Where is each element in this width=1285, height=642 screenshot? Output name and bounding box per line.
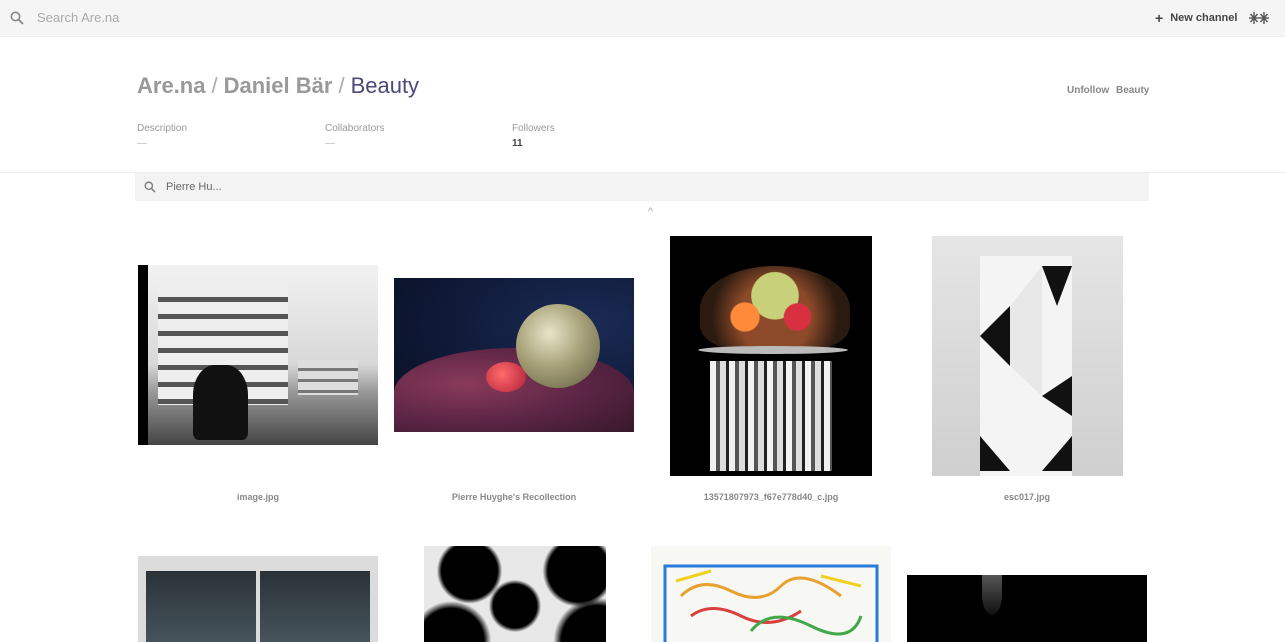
channel-action-label[interactable]: Beauty — [1116, 85, 1149, 96]
breadcrumb-separator: / — [338, 73, 345, 98]
image-plate — [698, 346, 848, 354]
image-chrome-stand — [710, 361, 832, 471]
global-search-input[interactable]: Search Are.na — [37, 10, 119, 25]
arena-logo-icon[interactable] — [1249, 11, 1269, 25]
block-image[interactable] — [670, 236, 872, 476]
search-icon — [144, 181, 156, 193]
breadcrumb-channel-title[interactable]: Beauty — [351, 73, 420, 98]
followers-label: Followers — [512, 123, 555, 134]
block-title[interactable]: esc017.jpg — [907, 492, 1147, 502]
block-title[interactable]: Pierre Huyghe's Recollection — [394, 492, 634, 502]
block-image[interactable] — [138, 265, 378, 445]
image-panel — [260, 571, 370, 642]
image-figure — [982, 575, 1002, 615]
breadcrumb-root-link[interactable]: Are.na — [137, 73, 205, 98]
block-image[interactable] — [394, 278, 634, 432]
breadcrumb-separator: / — [211, 73, 218, 98]
block-title[interactable]: 13571807973_f67e778d40_c.jpg — [651, 492, 891, 502]
channel-filter-bar[interactable]: Pierre Hu... — [135, 173, 1149, 201]
description-value: — — [137, 138, 147, 149]
plus-icon: + — [1155, 9, 1164, 26]
image-fruit — [700, 266, 850, 351]
image-colorful-scribble — [663, 564, 879, 642]
block-image[interactable] — [932, 236, 1123, 476]
followers-count[interactable]: 11 — [512, 138, 555, 149]
collaborators-label: Collaborators — [325, 123, 385, 134]
description-section: Description — — [137, 123, 187, 149]
block-image[interactable] — [907, 575, 1147, 642]
collaborators-section: Collaborators — — [325, 123, 384, 149]
channel-actions: Unfollow Beauty — [1067, 85, 1153, 96]
breadcrumb: Are.na / Daniel Bär / Beauty — [137, 73, 419, 99]
breadcrumb-user-link[interactable]: Daniel Bär — [224, 73, 333, 98]
new-channel-label: New channel — [1170, 12, 1238, 24]
image-rider — [193, 365, 248, 440]
collaborators-value: — — [325, 138, 335, 149]
image-frame — [138, 265, 148, 445]
image-geometric-sculpture — [980, 256, 1072, 476]
unfollow-button[interactable]: Unfollow — [1067, 85, 1109, 96]
new-channel-button[interactable]: + New channel — [1155, 9, 1238, 26]
description-label: Description — [137, 123, 188, 134]
block-title[interactable]: image.jpg — [138, 492, 378, 502]
channel-filter-input[interactable]: Pierre Hu... — [166, 181, 222, 193]
top-bar: Search Are.na + New channel — [0, 0, 1285, 37]
image-crab — [486, 362, 526, 392]
collapse-caret-icon[interactable]: ^ — [648, 206, 653, 218]
search-icon[interactable] — [10, 11, 24, 25]
block-image[interactable] — [651, 546, 891, 642]
image-shell — [516, 304, 600, 388]
block-image[interactable] — [424, 546, 606, 642]
image-panel — [146, 571, 256, 642]
block-image[interactable] — [138, 556, 378, 642]
image-building — [298, 360, 358, 395]
followers-section[interactable]: Followers 11 — [512, 123, 555, 149]
